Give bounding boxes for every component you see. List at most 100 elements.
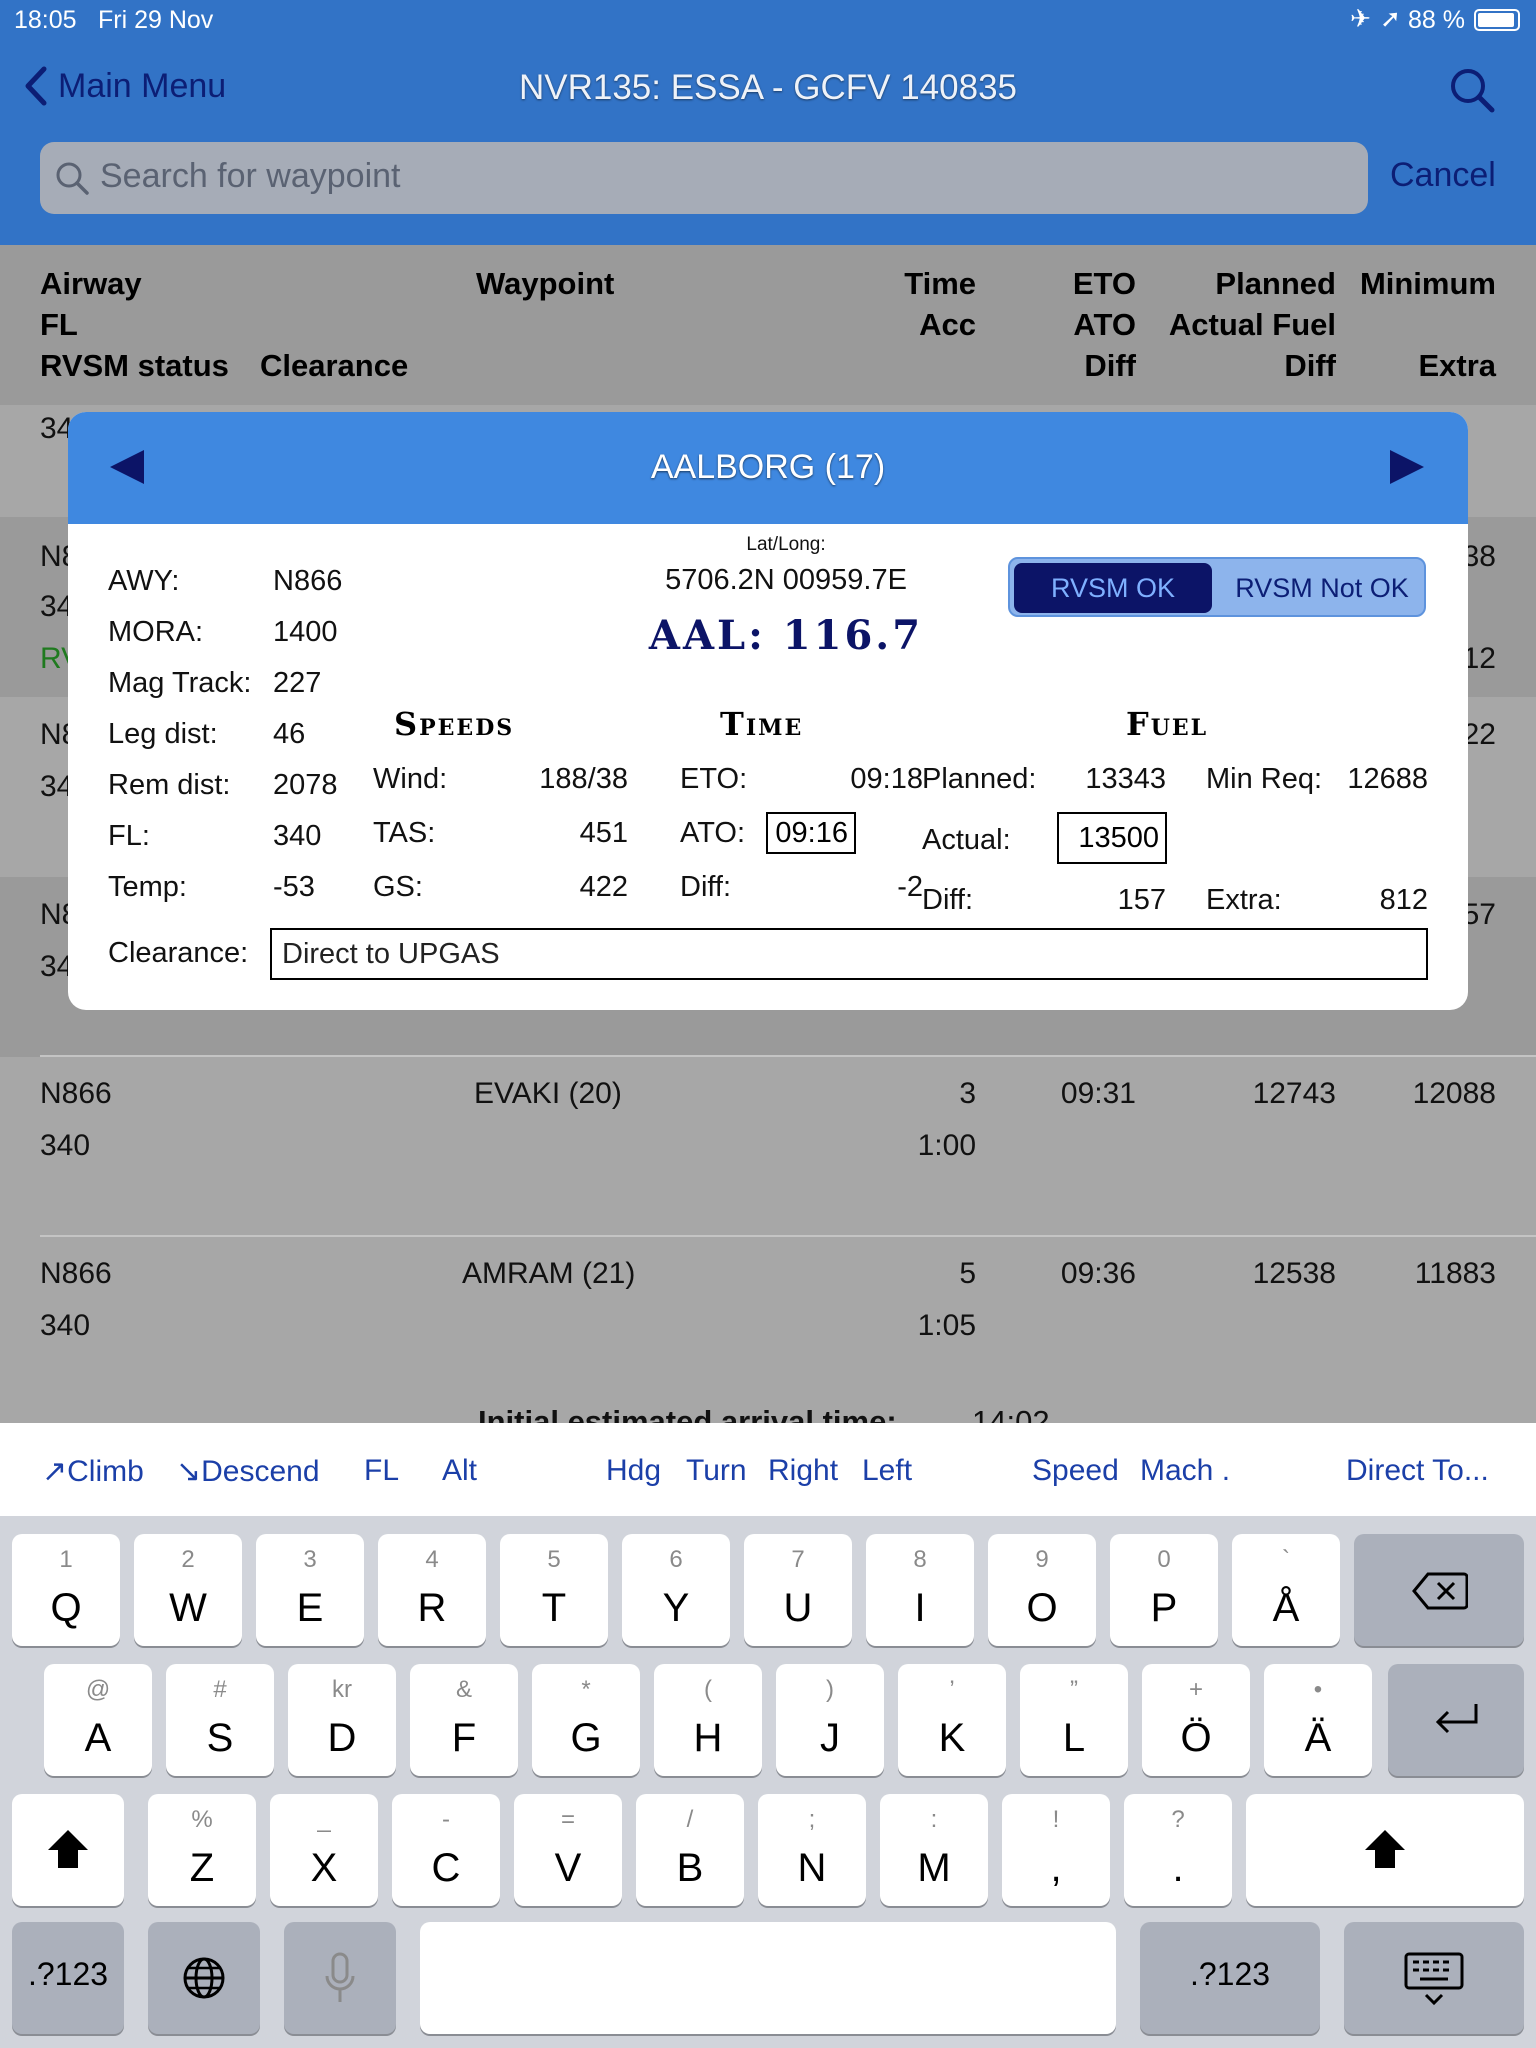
hdg-button[interactable]: Hdg bbox=[606, 1454, 661, 1488]
key-.[interactable]: ?. bbox=[1124, 1794, 1232, 1906]
min-req-value: 12688 bbox=[1347, 763, 1428, 795]
hide-keyboard-key[interactable] bbox=[1344, 1922, 1524, 2034]
key-A[interactable]: @ A bbox=[44, 1664, 152, 1776]
key-,[interactable]: !, bbox=[1002, 1794, 1110, 1906]
alt-button[interactable]: Alt bbox=[442, 1454, 477, 1488]
key-label: Ö bbox=[1180, 1716, 1212, 1760]
key-P[interactable]: 0P bbox=[1110, 1534, 1218, 1646]
key-S[interactable]: # S bbox=[166, 1664, 274, 1776]
key-J[interactable]: ) J bbox=[776, 1664, 884, 1776]
key-Y[interactable]: 6Y bbox=[622, 1534, 730, 1646]
key-label: G bbox=[570, 1716, 602, 1760]
col-planned: Planned bbox=[1215, 266, 1336, 301]
key-Ä[interactable]: • Ä bbox=[1264, 1664, 1372, 1776]
key-I[interactable]: 8I bbox=[866, 1534, 974, 1646]
fl-button[interactable]: FL bbox=[364, 1454, 399, 1488]
climb-button[interactable]: ↗Climb bbox=[42, 1454, 144, 1489]
actual-fuel-input[interactable]: 13500 bbox=[1057, 812, 1167, 864]
delete-left-icon bbox=[1412, 1572, 1468, 1610]
key-E[interactable]: 3E bbox=[256, 1534, 364, 1646]
key-U[interactable]: 7U bbox=[744, 1534, 852, 1646]
key-W[interactable]: 2W bbox=[134, 1534, 242, 1646]
tas-value: 451 bbox=[579, 817, 628, 849]
key-alt-label: 6 bbox=[669, 1546, 683, 1573]
direct-to-button[interactable]: Direct To... bbox=[1346, 1454, 1489, 1488]
descend-button[interactable]: ↘Descend bbox=[176, 1454, 320, 1489]
location-icon: ➚ bbox=[1380, 5, 1401, 33]
key-Ö[interactable]: + Ö bbox=[1142, 1664, 1250, 1776]
key-label: E bbox=[296, 1586, 324, 1630]
key-alt-label: 8 bbox=[913, 1546, 927, 1573]
key-Z[interactable]: % Z bbox=[148, 1794, 256, 1906]
key-M[interactable]: :M bbox=[880, 1794, 988, 1906]
col-rvsm-status: RVSM status bbox=[40, 348, 229, 383]
numbers-key-right[interactable]: .?123 bbox=[1140, 1922, 1320, 2034]
key-alt-label: 0 bbox=[1157, 1546, 1171, 1573]
left-button[interactable]: Left bbox=[862, 1454, 912, 1488]
speed-button[interactable]: Speed bbox=[1032, 1454, 1119, 1488]
key-Å[interactable]: ` Å bbox=[1232, 1534, 1340, 1646]
mach-button[interactable]: Mach . bbox=[1140, 1454, 1230, 1488]
mag-track-value: 227 bbox=[273, 667, 322, 699]
key-F[interactable]: & F bbox=[410, 1664, 518, 1776]
airplane-mode-icon: ✈ bbox=[1350, 5, 1371, 33]
mag-track-label: Mag Track: bbox=[108, 667, 252, 699]
clearance-input[interactable]: Direct to UPGAS bbox=[270, 928, 1428, 980]
list-item[interactable]: N866 340 EVAKI (20) 3 1:00 09:31 12743 1… bbox=[0, 1057, 1536, 1235]
key-alt-label: _ bbox=[317, 1806, 331, 1833]
key-N[interactable]: ; N bbox=[758, 1794, 866, 1906]
next-waypoint-button[interactable] bbox=[1388, 448, 1426, 491]
key-B[interactable]: / B bbox=[636, 1794, 744, 1906]
rvsm-ok-button[interactable]: RVSM OK bbox=[1014, 563, 1212, 613]
key-T[interactable]: 5T bbox=[500, 1534, 608, 1646]
key-alt-label: ( bbox=[704, 1676, 712, 1703]
turn-button[interactable]: Turn bbox=[686, 1454, 747, 1488]
ato-label: ATO: bbox=[680, 817, 745, 849]
key-D[interactable]: kr D bbox=[288, 1664, 396, 1776]
key-label: . bbox=[1172, 1846, 1184, 1890]
key-label: Q bbox=[50, 1586, 82, 1630]
key-alt-label: kr bbox=[332, 1676, 352, 1703]
key-alt-label: # bbox=[213, 1676, 227, 1703]
key-X[interactable]: _ X bbox=[270, 1794, 378, 1906]
key-label: Z bbox=[189, 1846, 215, 1890]
rvsm-not-ok-button[interactable]: RVSM Not OK bbox=[1220, 563, 1424, 613]
search-placeholder: Search for waypoint bbox=[100, 157, 401, 195]
return-icon bbox=[1435, 1704, 1478, 1734]
key-label: P bbox=[1150, 1586, 1178, 1630]
dictation-key[interactable] bbox=[284, 1922, 396, 2034]
ato-input[interactable]: 09:16 bbox=[766, 812, 856, 854]
key-C[interactable]: -C bbox=[392, 1794, 500, 1906]
space-key[interactable] bbox=[420, 1922, 1116, 2034]
numbers-key-left[interactable]: .?123 bbox=[12, 1922, 124, 2034]
key-H[interactable]: (H bbox=[654, 1664, 762, 1776]
key-alt-label: + bbox=[1188, 1676, 1203, 1703]
key-G[interactable]: * G bbox=[532, 1664, 640, 1776]
cancel-button[interactable]: Cancel bbox=[1390, 156, 1496, 195]
search-icon[interactable] bbox=[1448, 66, 1496, 119]
row-eto: 09:31 bbox=[1060, 1077, 1136, 1110]
shift-key-right[interactable] bbox=[1246, 1794, 1524, 1906]
key-Q[interactable]: 1Q bbox=[12, 1534, 120, 1646]
col-fl: FL bbox=[40, 307, 78, 342]
row-planned: 12538 bbox=[1252, 1257, 1336, 1290]
key-R[interactable]: 4R bbox=[378, 1534, 486, 1646]
shift-key-left[interactable] bbox=[12, 1794, 124, 1906]
key-label: X bbox=[310, 1846, 338, 1890]
globe-key[interactable] bbox=[148, 1922, 260, 2034]
row-minimum: 11883 bbox=[1414, 1257, 1496, 1290]
right-button[interactable]: Right bbox=[768, 1454, 838, 1488]
key-alt-label: • bbox=[1313, 1676, 1323, 1703]
key-L[interactable]: ” L bbox=[1020, 1664, 1128, 1776]
fl-value: 340 bbox=[273, 820, 322, 852]
key-label: T bbox=[541, 1586, 567, 1630]
key-O[interactable]: 9O bbox=[988, 1534, 1096, 1646]
key-V[interactable]: = V bbox=[514, 1794, 622, 1906]
key-label: R bbox=[417, 1586, 447, 1630]
backspace-key[interactable] bbox=[1354, 1534, 1524, 1646]
eto-value: 09:18 bbox=[850, 763, 923, 795]
return-key[interactable] bbox=[1388, 1664, 1524, 1776]
speeds-heading: Speeds bbox=[394, 705, 515, 743]
key-K[interactable]: ’ K bbox=[898, 1664, 1006, 1776]
key-alt-label: 2 bbox=[181, 1546, 195, 1573]
